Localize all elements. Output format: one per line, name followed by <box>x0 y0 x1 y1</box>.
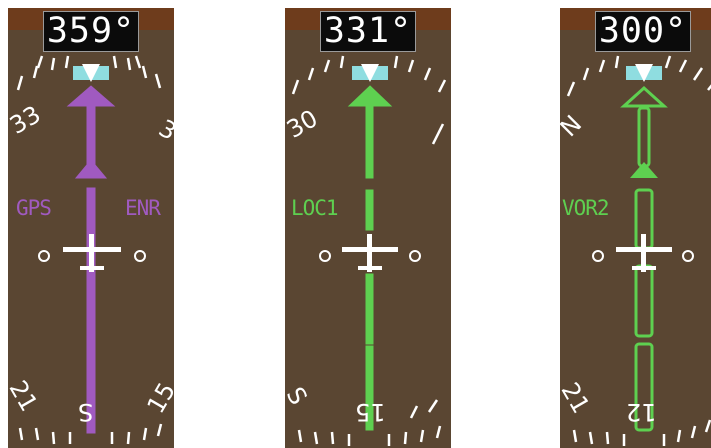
nav-source-label: VOR2 <box>562 196 610 220</box>
hsi-panel-vor2: 300° N VOR2 21 12 <box>560 8 711 448</box>
rose-label: 15 <box>355 398 386 426</box>
flight-phase-label: ENR <box>125 196 161 220</box>
rose-label: 12 <box>626 398 657 426</box>
hsi-panel-loc1: 331° 30 LOC1 S 15 <box>285 8 451 448</box>
nav-source-label: LOC1 <box>291 196 339 220</box>
nav-source-label: GPS <box>16 196 52 220</box>
heading-readout: 359° <box>43 11 139 52</box>
hsi-panel-gps: 359° 33 3 GPS ENR 21 S 15 <box>8 8 174 448</box>
hsi-graphic-loc1 <box>285 8 451 448</box>
heading-readout: 300° <box>595 11 691 52</box>
hsi-graphic-gps <box>8 8 174 448</box>
rose-label: S <box>78 398 94 426</box>
heading-readout: 331° <box>320 11 416 52</box>
